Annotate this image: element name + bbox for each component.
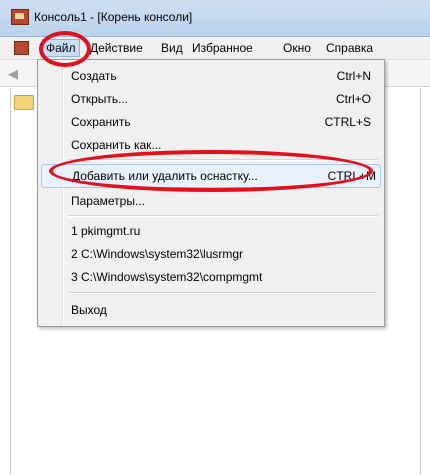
menu-icon-gutter [62,62,64,324]
menu-window[interactable]: Окно [283,41,311,55]
folder-icon[interactable] [14,95,34,110]
console-tree-pane [10,88,38,475]
menu-favorites[interactable]: Избранное [192,41,253,55]
system-menu-icon[interactable] [14,41,29,55]
shortcut-new: Ctrl+N [336,69,371,83]
menu-item-recent-2[interactable]: 2 C:\Windows\system32\lusrmgr [71,247,243,261]
highlight-circle-file-menu [39,31,91,67]
menu-item-save-as[interactable]: Сохранить как... [71,138,161,152]
menu-item-options[interactable]: Параметры... [71,194,145,208]
shortcut-open: Ctrl+O [335,92,371,106]
menu-action[interactable]: Действие [90,41,143,55]
menu-separator [68,215,378,217]
mmc-app-icon [11,9,29,25]
back-arrow-icon[interactable]: ◀ [8,66,18,82]
menu-separator [68,292,378,294]
shortcut-save: CTRL+S [324,115,371,129]
menu-item-open[interactable]: Открыть... [71,92,128,106]
menu-item-recent-1[interactable]: 1 pkimgmt.ru [71,224,140,238]
menu-item-recent-3[interactable]: 3 C:\Windows\system32\compmgmt [71,270,262,284]
file-menu-dropdown: Создать Ctrl+N Открыть... Ctrl+O Сохрани… [37,59,385,327]
window-title: Консоль1 - [Корень консоли] [34,10,193,24]
menu-view[interactable]: Вид [161,41,183,55]
menu-item-new[interactable]: Создать [71,69,117,83]
menu-help[interactable]: Справка [326,41,373,55]
highlight-circle-add-snapin [49,150,373,192]
menu-item-exit[interactable]: Выход [71,303,107,317]
menu-item-save[interactable]: Сохранить [71,115,131,129]
mmc-window: Консоль1 - [Корень консоли] Файл Действи… [0,0,430,475]
